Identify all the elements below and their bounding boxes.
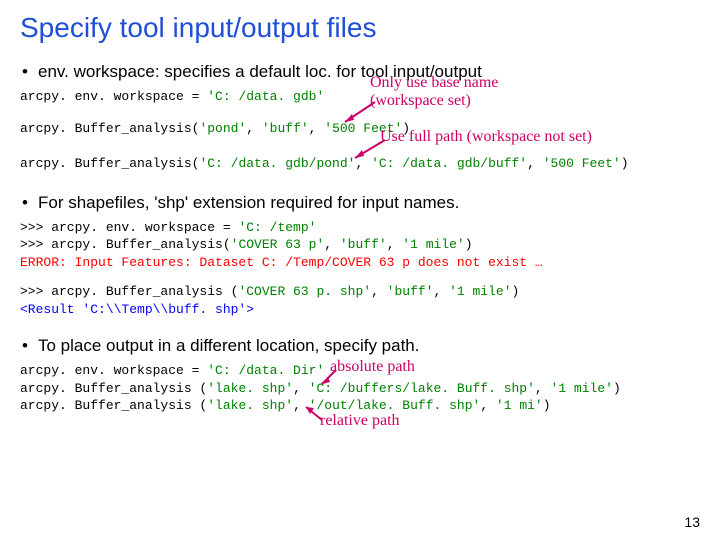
code-string: '1 mi'	[496, 398, 543, 413]
code-string: 'C: /temp'	[238, 220, 316, 235]
code-text: >>> arcpy. Buffer_analysis (	[20, 284, 238, 299]
error-text: ERROR: Input Features: Dataset C: /Temp/…	[20, 254, 700, 272]
code-text: ,	[387, 237, 403, 252]
code-string: 'lake. shp'	[207, 398, 293, 413]
code-text: arcpy. Buffer_analysis (	[20, 398, 207, 413]
annot-line: Only use base name	[370, 74, 498, 92]
code-text: ,	[480, 398, 496, 413]
slide-title: Specify tool input/output files	[20, 12, 700, 44]
page-number: 13	[684, 514, 700, 530]
code-string: 'buff'	[262, 121, 309, 136]
code-string: 'C: /data. gdb/buff'	[371, 156, 527, 171]
code-string: 'C: /data. Dir'	[207, 363, 324, 378]
code-text: ,	[293, 381, 309, 396]
bullet-1: env. workspace: specifies a default loc.…	[20, 62, 700, 82]
code-text: ,	[433, 284, 449, 299]
code-text: )	[621, 156, 629, 171]
code-text: )	[465, 237, 473, 252]
code-string: '500 Feet'	[543, 156, 621, 171]
code-block-3: >>> arcpy. Buffer_analysis ('COVER 63 p.…	[20, 283, 700, 318]
arrow-icon	[302, 404, 326, 424]
code-string: 'C: /data. gdb'	[207, 89, 324, 104]
code-text: ,	[324, 237, 340, 252]
code-text: ,	[371, 284, 387, 299]
code-text: ,	[527, 156, 543, 171]
code-block-1: arcpy. env. workspace = 'C: /data. gdb' …	[20, 88, 700, 173]
arrow-icon	[318, 368, 342, 390]
code-string: 'C: /data. gdb/pond'	[199, 156, 355, 171]
code-text: )	[613, 381, 621, 396]
code-text: )	[543, 398, 551, 413]
arrow-icon	[340, 100, 380, 130]
code-string: 'C: /buffers/lake. Buff. shp'	[309, 381, 535, 396]
code-string: 'COVER 63 p. shp'	[238, 284, 371, 299]
code-string: 'buff'	[387, 284, 434, 299]
code-text: arcpy. Buffer_analysis (	[20, 381, 207, 396]
code-text: arcpy. env. workspace =	[20, 363, 207, 378]
code-text: )	[512, 284, 520, 299]
code-string: 'lake. shp'	[207, 381, 293, 396]
code-text: ,	[309, 121, 325, 136]
code-text: >>> arcpy. env. workspace =	[20, 220, 238, 235]
annotation-absolute-path: absolute path	[330, 358, 415, 376]
annotation-relative-path: relative path	[320, 412, 400, 430]
code-string: 'pond'	[199, 121, 246, 136]
code-text: arcpy. Buffer_analysis(	[20, 121, 199, 136]
code-string: '1 mile'	[449, 284, 511, 299]
code-string: 'buff'	[340, 237, 387, 252]
code-block-2: >>> arcpy. env. workspace = 'C: /temp' >…	[20, 219, 700, 272]
bullet-3: To place output in a different location,…	[20, 336, 700, 356]
code-text: arcpy. env. workspace =	[20, 89, 207, 104]
code-text: arcpy. Buffer_analysis(	[20, 156, 199, 171]
result-text: <Result 'C:\\Temp\\buff. shp'>	[20, 301, 700, 319]
code-text: ,	[246, 121, 262, 136]
code-block-4: arcpy. env. workspace = 'C: /data. Dir' …	[20, 362, 700, 415]
code-string: '1 mile'	[551, 381, 613, 396]
code-text: >>> arcpy. Buffer_analysis(	[20, 237, 231, 252]
code-string: '/out/lake. Buff. shp'	[309, 398, 481, 413]
bullet-2: For shapefiles, 'shp' extension required…	[20, 193, 700, 213]
code-string: '1 mile'	[402, 237, 464, 252]
annotation-base-name: Only use base name (workspace set)	[370, 74, 498, 110]
code-string: 'COVER 63 p'	[231, 237, 325, 252]
annot-line: (workspace set)	[370, 92, 498, 110]
code-text: ,	[535, 381, 551, 396]
arrow-icon	[350, 138, 390, 164]
annotation-full-path: Use full path (workspace not set)	[380, 128, 592, 146]
